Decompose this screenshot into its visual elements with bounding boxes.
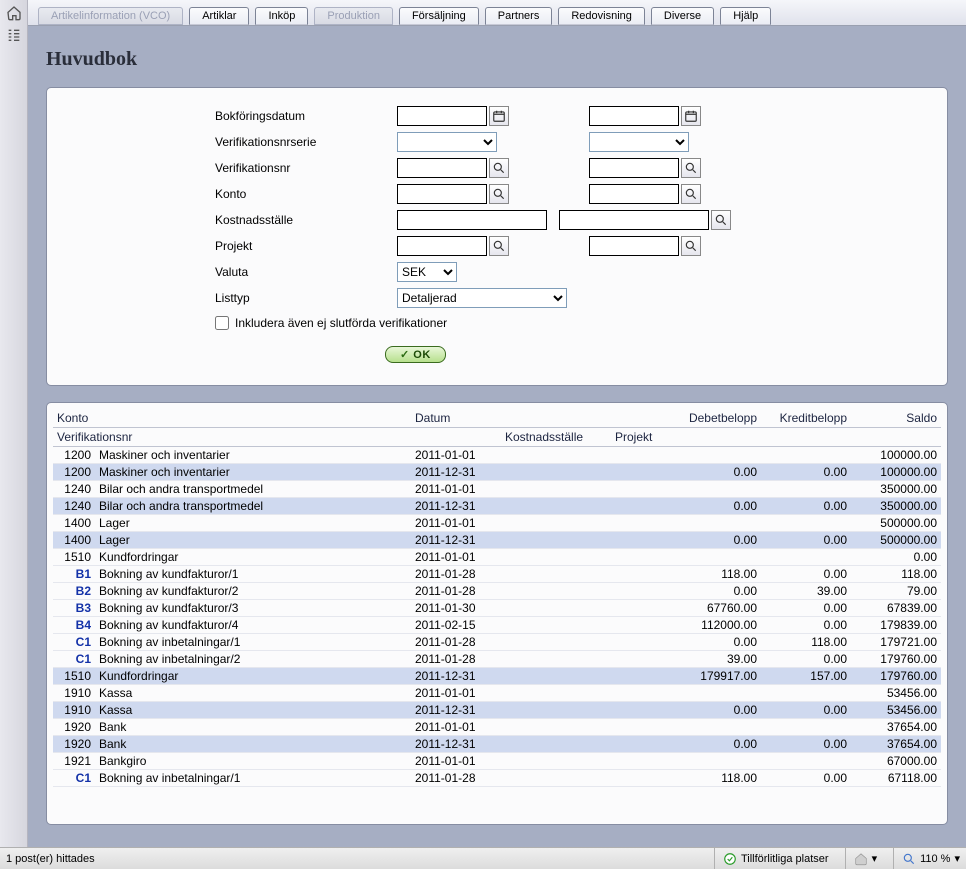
table-row[interactable]: C1Bokning av inbetalningar/12011-01-2811… [53, 770, 941, 787]
ok-button[interactable]: OK [385, 346, 446, 363]
status-protected-mode[interactable]: ▾ [845, 848, 878, 869]
listtyp-select[interactable]: Detaljerad [397, 288, 567, 308]
search-icon[interactable] [489, 158, 509, 178]
table-row[interactable]: 1400Lager2011-12-310.000.00500000.00 [53, 532, 941, 549]
filter-panel: Bokföringsdatum Verifikationsnrserie Ver… [46, 87, 948, 386]
chevron-down-icon: ▾ [872, 852, 878, 865]
th-kostnadsstalle[interactable]: Kostnadsställe [501, 428, 611, 447]
check-shield-icon [723, 852, 737, 866]
th-konto[interactable]: Konto [53, 409, 411, 428]
table-row[interactable]: 1910Kassa2011-12-310.000.0053456.00 [53, 702, 941, 719]
table-row[interactable]: 1910Kassa2011-01-0153456.00 [53, 685, 941, 702]
table-row[interactable]: 1400Lager2011-01-01500000.00 [53, 515, 941, 532]
konto-to-input[interactable] [589, 184, 679, 204]
calendar-icon[interactable] [681, 106, 701, 126]
verifikationsnrserie-to-select[interactable] [589, 132, 689, 152]
table-row[interactable]: B1Bokning av kundfakturor/12011-01-28118… [53, 566, 941, 583]
tab[interactable]: Diverse [651, 7, 714, 25]
table-row[interactable]: 1510Kundfordringar2011-12-31179917.00157… [53, 668, 941, 685]
results-panel: Konto Datum Debetbelopp Kreditbelopp Sal… [46, 402, 948, 825]
search-icon[interactable] [681, 184, 701, 204]
th-datum[interactable]: Datum [411, 409, 501, 428]
bokforingsdatum-to-input[interactable] [589, 106, 679, 126]
label-bokforingsdatum: Bokföringsdatum [215, 109, 385, 123]
tab[interactable]: Partners [485, 7, 553, 25]
table-row[interactable]: 1200Maskiner och inventarier2011-01-0110… [53, 447, 941, 464]
tab[interactable]: Redovisning [558, 7, 645, 25]
tab: Artikelinformation (VCO) [38, 7, 183, 25]
tabstrip: Artikelinformation (VCO) Artiklar Inköp Pro… [28, 0, 966, 26]
include-unfinished-label: Inkludera även ej slutförda verifikation… [235, 316, 447, 330]
search-icon[interactable] [489, 184, 509, 204]
home-icon [854, 852, 868, 866]
tab[interactable]: Inköp [255, 7, 308, 25]
calendar-icon[interactable] [489, 106, 509, 126]
table-row[interactable]: 1240Bilar och andra transportmedel2011-0… [53, 481, 941, 498]
left-rail [0, 0, 28, 847]
valuta-select[interactable]: SEK [397, 262, 457, 282]
results-table: Konto Datum Debetbelopp Kreditbelopp Sal… [53, 409, 941, 787]
search-icon[interactable] [681, 158, 701, 178]
label-listtyp: Listtyp [215, 291, 385, 305]
page-title-row: Huvudbok [46, 48, 948, 71]
th-saldo[interactable]: Saldo [851, 409, 941, 428]
konto-from-input[interactable] [397, 184, 487, 204]
label-valuta: Valuta [215, 265, 385, 279]
th-kredit[interactable]: Kreditbelopp [761, 409, 851, 428]
chevron-down-icon: ▾ [954, 852, 960, 865]
tree-icon[interactable] [5, 26, 23, 44]
main-column: Artikelinformation (VCO) Artiklar Inköp Pro… [28, 0, 966, 847]
label-projekt: Projekt [215, 239, 385, 253]
status-posts-found: 1 post(er) hittades [6, 848, 95, 869]
include-unfinished-checkbox[interactable] [215, 316, 229, 330]
kostnadsstalle-from-input[interactable] [397, 210, 547, 230]
label-verifikationsnrserie: Verifikationsnrserie [215, 135, 385, 149]
search-icon[interactable] [489, 236, 509, 256]
table-row[interactable]: 1920Bank2011-12-310.000.0037654.00 [53, 736, 941, 753]
app-shell: Artikelinformation (VCO) Artiklar Inköp Pro… [0, 0, 966, 847]
table-row[interactable]: C1Bokning av inbetalningar/12011-01-280.… [53, 634, 941, 651]
table-row[interactable]: 1920Bank2011-01-0137654.00 [53, 719, 941, 736]
tab: Produktion [314, 7, 393, 25]
verifikationsnrserie-from-select[interactable] [397, 132, 497, 152]
status-bar: 1 post(er) hittades Tillförlitliga plats… [0, 847, 966, 869]
label-kostnadsstalle: Kostnadsställe [215, 213, 385, 227]
status-trusted-sites: Tillförlitliga platser [714, 848, 829, 869]
page-title: Huvudbok [46, 48, 948, 71]
search-icon[interactable] [681, 236, 701, 256]
label-verifikationsnr: Verifikationsnr [215, 161, 385, 175]
home-icon[interactable] [5, 4, 23, 22]
tab[interactable]: Artiklar [189, 7, 249, 25]
table-row[interactable]: B2Bokning av kundfakturor/22011-01-280.0… [53, 583, 941, 600]
tab[interactable]: Hjälp [720, 7, 771, 25]
th-debet[interactable]: Debetbelopp [671, 409, 761, 428]
label-konto: Konto [215, 187, 385, 201]
table-row[interactable]: B3Bokning av kundfakturor/32011-01-30677… [53, 600, 941, 617]
status-zoom[interactable]: 110 % ▾ [893, 848, 960, 869]
table-row[interactable]: 1510Kundfordringar2011-01-010.00 [53, 549, 941, 566]
projekt-from-input[interactable] [397, 236, 487, 256]
table-row[interactable]: 1921Bankgiro2011-01-0167000.00 [53, 753, 941, 770]
bokforingsdatum-from-input[interactable] [397, 106, 487, 126]
table-row[interactable]: B4Bokning av kundfakturor/42011-02-15112… [53, 617, 941, 634]
projekt-to-input[interactable] [589, 236, 679, 256]
search-icon[interactable] [711, 210, 731, 230]
verifikationsnr-from-input[interactable] [397, 158, 487, 178]
zoom-icon [902, 852, 916, 866]
tab[interactable]: Försäljning [399, 7, 479, 25]
kostnadsstalle-to-input[interactable] [559, 210, 709, 230]
page-area: Huvudbok Bokföringsdatum Verifikationsnr… [28, 26, 966, 847]
th-verifikationsnr[interactable]: Verifikationsnr [53, 428, 411, 447]
verifikationsnr-to-input[interactable] [589, 158, 679, 178]
table-row[interactable]: 1240Bilar och andra transportmedel2011-1… [53, 498, 941, 515]
table-row[interactable]: 1200Maskiner och inventarier2011-12-310.… [53, 464, 941, 481]
th-projekt[interactable]: Projekt [611, 428, 671, 447]
table-row[interactable]: C1Bokning av inbetalningar/22011-01-2839… [53, 651, 941, 668]
